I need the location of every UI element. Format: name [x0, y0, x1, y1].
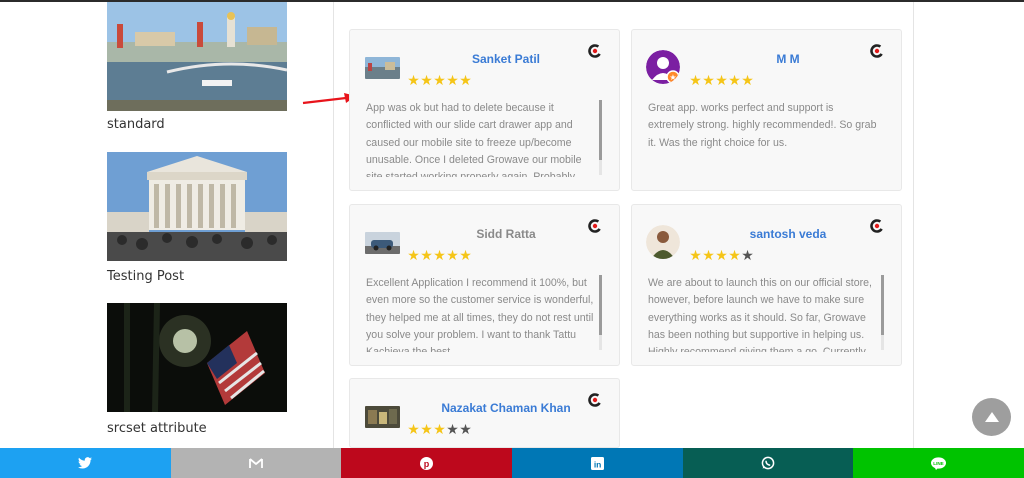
- star-icon: ★: [407, 72, 420, 88]
- star-icon: ★: [702, 72, 715, 88]
- star-icon: ★: [420, 247, 433, 263]
- star-icon: ★: [702, 247, 715, 263]
- post-thumbnail[interactable]: [107, 152, 287, 261]
- share-twitter-button[interactable]: [0, 448, 171, 478]
- social-share-bar: p in LINE: [0, 448, 1024, 478]
- star-icon: ★: [459, 421, 472, 437]
- post-item[interactable]: standard: [107, 2, 287, 132]
- review-card: ★ M M ★★★★★ Great app. works perfect and su…: [631, 29, 902, 191]
- growave-logo-icon: [588, 219, 602, 233]
- share-whatsapp-button[interactable]: [682, 448, 854, 478]
- star-icon: ★: [446, 421, 459, 437]
- star-icon: ★: [459, 247, 472, 263]
- star-icon: ★: [728, 72, 741, 88]
- review-scrollbar[interactable]: [599, 100, 602, 175]
- review-text[interactable]: Great app. works perfect and support is …: [648, 100, 882, 177]
- svg-text:★: ★: [669, 73, 676, 82]
- pinterest-icon: p: [420, 456, 434, 470]
- whatsapp-icon: [761, 456, 775, 470]
- reviewer-avatar: [365, 57, 400, 79]
- post-title[interactable]: srcset attribute: [107, 421, 207, 436]
- star-icon: ★: [715, 247, 728, 263]
- star-icon: ★: [433, 247, 446, 263]
- growave-logo-icon: [870, 44, 884, 58]
- line-icon: LINE: [931, 456, 947, 470]
- reviewer-avatar: [365, 406, 400, 428]
- share-pinterest-button[interactable]: p: [341, 448, 513, 478]
- reviewer-name: Sidd Ratta: [476, 227, 536, 241]
- post-title[interactable]: standard: [107, 117, 165, 132]
- reviewer-avatar: ★: [646, 50, 680, 84]
- reviewer-name: M M: [776, 52, 800, 66]
- twitter-icon: [78, 457, 93, 469]
- star-rating: ★★★★★: [407, 421, 472, 438]
- arrow-up-icon: [984, 412, 999, 422]
- svg-text:LINE: LINE: [933, 461, 943, 466]
- back-to-top-button[interactable]: [972, 398, 1011, 436]
- star-icon: ★: [407, 421, 420, 437]
- review-scrollbar[interactable]: [599, 275, 602, 350]
- review-text[interactable]: App was ok but had to delete because it …: [366, 100, 600, 177]
- star-rating: ★★★★★: [407, 247, 472, 264]
- reviewer-name: Nazakat Chaman Khan: [441, 401, 571, 415]
- star-rating: ★★★★★: [407, 72, 472, 89]
- star-rating: ★★★★★: [689, 247, 754, 264]
- reviewer-avatar: [365, 232, 400, 254]
- scrollbar-thumb[interactable]: [599, 275, 602, 335]
- review-text[interactable]: Excellent Application I recommend it 100…: [366, 275, 600, 352]
- svg-text:p: p: [424, 459, 430, 469]
- share-email-button[interactable]: [170, 448, 342, 478]
- review-card: Sanket Patil ★★★★★ App was ok but had to d…: [349, 29, 620, 191]
- star-icon: ★: [433, 72, 446, 88]
- review-card: Sidd Ratta ★★★★★ Excellent Application I r…: [349, 204, 620, 366]
- star-icon: ★: [741, 247, 754, 263]
- reviewer-name: Sanket Patil: [471, 52, 541, 66]
- linkedin-icon: in: [590, 456, 604, 470]
- reviewer-name: santosh veda: [749, 227, 827, 241]
- star-icon: ★: [728, 247, 741, 263]
- review-card: santosh veda ★★★★★ We are about to launch …: [631, 204, 902, 366]
- content-divider-left: [333, 2, 334, 448]
- reviewer-avatar: [646, 225, 680, 259]
- star-icon: ★: [459, 72, 472, 88]
- star-icon: ★: [420, 421, 433, 437]
- scrollbar-thumb[interactable]: [599, 100, 602, 160]
- review-card: Nazakat Chaman Khan ★★★★★: [349, 378, 620, 448]
- star-icon: ★: [420, 72, 433, 88]
- growave-logo-icon: [588, 44, 602, 58]
- star-icon: ★: [689, 247, 702, 263]
- star-icon: ★: [715, 72, 728, 88]
- star-icon: ★: [446, 72, 459, 88]
- post-title[interactable]: Testing Post: [107, 269, 184, 284]
- post-thumbnail[interactable]: [107, 2, 287, 111]
- star-icon: ★: [407, 247, 420, 263]
- growave-logo-icon: [588, 393, 602, 407]
- post-item[interactable]: Testing Post: [107, 152, 287, 284]
- star-icon: ★: [446, 247, 459, 263]
- star-icon: ★: [741, 72, 754, 88]
- review-text[interactable]: We are about to launch this on our offic…: [648, 275, 882, 352]
- star-icon: ★: [433, 421, 446, 437]
- scrollbar-thumb[interactable]: [881, 275, 884, 335]
- content-divider-right: [913, 2, 914, 448]
- post-item[interactable]: srcset attribute: [107, 303, 287, 436]
- review-scrollbar[interactable]: [881, 275, 884, 350]
- gmail-icon: [249, 457, 263, 469]
- growave-logo-icon: [870, 219, 884, 233]
- share-line-button[interactable]: LINE: [853, 448, 1024, 478]
- share-linkedin-button[interactable]: in: [512, 448, 683, 478]
- post-thumbnail[interactable]: [107, 303, 287, 412]
- star-icon: ★: [689, 72, 702, 88]
- star-rating: ★★★★★: [689, 72, 754, 89]
- svg-text:in: in: [594, 459, 602, 469]
